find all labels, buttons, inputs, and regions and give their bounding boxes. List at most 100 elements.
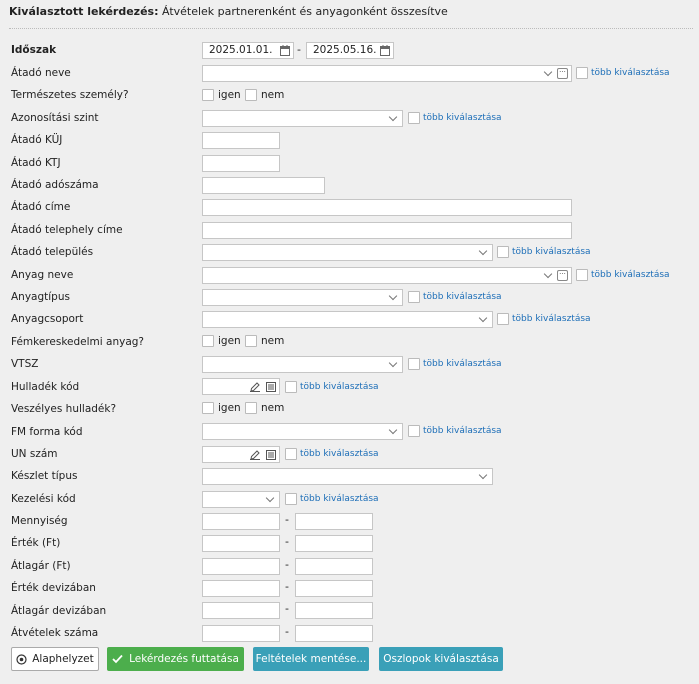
multi-label: több kiválasztása <box>591 270 670 280</box>
label-anyag-neve: Anyag neve <box>11 269 74 281</box>
query-title: Kiválasztott lekérdezés: Átvételek partn… <box>9 5 448 18</box>
label-azon-szint: Azonosítási szint <box>11 112 99 124</box>
checkbox-nem[interactable] <box>245 89 257 101</box>
label-ertek-dev: Érték devizában <box>11 582 96 594</box>
checkbox-igen[interactable] <box>202 89 214 101</box>
label-atlagar-dev: Átlagár devizában <box>11 605 107 617</box>
more-options-icon[interactable]: ··· <box>557 270 568 281</box>
atlagar-dev-from[interactable] <box>202 602 280 619</box>
ertek-dev-to[interactable] <box>295 580 373 597</box>
multi-label: több kiválasztása <box>423 113 502 123</box>
list-icon[interactable] <box>266 450 276 460</box>
mennyiseg-from[interactable] <box>202 513 280 530</box>
un-szam-input[interactable] <box>202 446 280 463</box>
telephely-input[interactable] <box>202 222 572 239</box>
anyag-neve-select[interactable] <box>202 267 572 284</box>
divider <box>9 28 693 29</box>
label-cim: Átadó címe <box>11 201 71 213</box>
range-dash: - <box>285 513 289 526</box>
multi-checkbox-azon[interactable] <box>408 112 420 124</box>
multi-label: több kiválasztása <box>300 494 379 504</box>
multi-checkbox-hull[interactable] <box>285 381 297 393</box>
multi-label: több kiválasztása <box>591 68 670 78</box>
telepules-select[interactable] <box>202 244 493 261</box>
checkbox-nem[interactable] <box>245 335 257 347</box>
label-telepules: Átadó település <box>11 246 94 258</box>
mennyiseg-to[interactable] <box>295 513 373 530</box>
label-anyagtipus: Anyagtípus <box>11 291 70 303</box>
run-query-button[interactable]: Lekérdezés futtatása <box>107 647 244 671</box>
multi-label: több kiválasztása <box>423 426 502 436</box>
calendar-icon[interactable] <box>380 45 390 56</box>
atvetelek-to[interactable] <box>295 625 373 642</box>
checkbox-igen[interactable] <box>202 335 214 347</box>
ertek-from[interactable] <box>202 535 280 552</box>
ktj-input[interactable] <box>202 155 280 172</box>
keszlet-select[interactable] <box>202 468 493 485</box>
multi-checkbox-vtsz[interactable] <box>408 358 420 370</box>
multi-checkbox-fm[interactable] <box>408 425 420 437</box>
multi-checkbox-anyag[interactable] <box>576 269 588 281</box>
label-un-szam: UN szám <box>11 448 58 460</box>
label-idoszak: Időszak <box>11 44 57 56</box>
option-igen: igen <box>218 335 241 347</box>
checkbox-igen[interactable] <box>202 402 214 414</box>
vtsz-select[interactable] <box>202 356 403 373</box>
list-icon[interactable] <box>266 382 276 392</box>
cim-input[interactable] <box>202 199 572 216</box>
option-igen: igen <box>218 89 241 101</box>
label-atlagar: Átlagár (Ft) <box>11 560 71 572</box>
label-anyagcsoport: Anyagcsoport <box>11 313 84 325</box>
ertek-dev-from[interactable] <box>202 580 280 597</box>
label-termeszetes: Természetes személy? <box>11 89 129 101</box>
multi-checkbox-atado-neve[interactable] <box>576 67 588 79</box>
calendar-icon[interactable] <box>280 45 290 56</box>
chevron-down-icon <box>543 67 553 77</box>
multi-label: több kiválasztása <box>423 292 502 302</box>
label-femker: Fémkereskedelmi anyag? <box>11 336 145 348</box>
date-from-input[interactable]: 2025.01.01. <box>202 42 294 59</box>
reset-button[interactable]: Alaphelyzet <box>11 647 99 671</box>
ertek-to[interactable] <box>295 535 373 552</box>
multi-checkbox-anyagtipus[interactable] <box>408 291 420 303</box>
chevron-down-icon <box>388 112 398 122</box>
date-to-input[interactable]: 2025.05.16. <box>306 42 394 59</box>
chevron-down-icon <box>478 313 488 323</box>
range-dash: - <box>285 580 289 593</box>
multi-checkbox-telepules[interactable] <box>497 246 509 258</box>
anyagcsoport-select[interactable] <box>202 311 493 328</box>
multi-checkbox-anyagcsoport[interactable] <box>497 313 509 325</box>
multi-label: több kiválasztása <box>423 359 502 369</box>
check-icon <box>112 654 123 664</box>
chevron-down-icon <box>388 291 398 301</box>
label-ertek: Érték (Ft) <box>11 537 61 549</box>
date-separator: - <box>297 43 301 56</box>
azon-szint-select[interactable] <box>202 110 403 127</box>
kezelesi-select[interactable] <box>202 491 280 508</box>
fm-forma-select[interactable] <box>202 423 403 440</box>
target-icon <box>16 653 27 665</box>
more-options-icon[interactable]: ··· <box>557 68 568 79</box>
label-atado-neve: Átadó neve <box>11 67 71 79</box>
atvetelek-from[interactable] <box>202 625 280 642</box>
multi-checkbox-kezelesi[interactable] <box>285 493 297 505</box>
checkbox-nem[interactable] <box>245 402 257 414</box>
hull-kod-input[interactable] <box>202 378 280 395</box>
anyagtipus-select[interactable] <box>202 289 403 306</box>
save-conditions-button[interactable]: Feltételek mentése... <box>253 647 369 671</box>
label-ktj: Átadó KTJ <box>11 157 61 169</box>
multi-checkbox-un[interactable] <box>285 448 297 460</box>
atado-neve-select[interactable] <box>202 65 572 82</box>
multi-label: több kiválasztása <box>300 449 379 459</box>
atlagar-from[interactable] <box>202 558 280 575</box>
select-columns-button[interactable]: Oszlopok kiválasztása <box>379 647 503 671</box>
option-igen: igen <box>218 402 241 414</box>
multi-label: több kiválasztása <box>512 314 591 324</box>
adoszam-input[interactable] <box>202 177 325 194</box>
atlagar-dev-to[interactable] <box>295 602 373 619</box>
label-telephely: Átadó telephely címe <box>11 224 123 236</box>
kuj-input[interactable] <box>202 132 280 149</box>
pencil-icon[interactable] <box>250 450 260 460</box>
atlagar-to[interactable] <box>295 558 373 575</box>
pencil-icon[interactable] <box>250 382 260 392</box>
